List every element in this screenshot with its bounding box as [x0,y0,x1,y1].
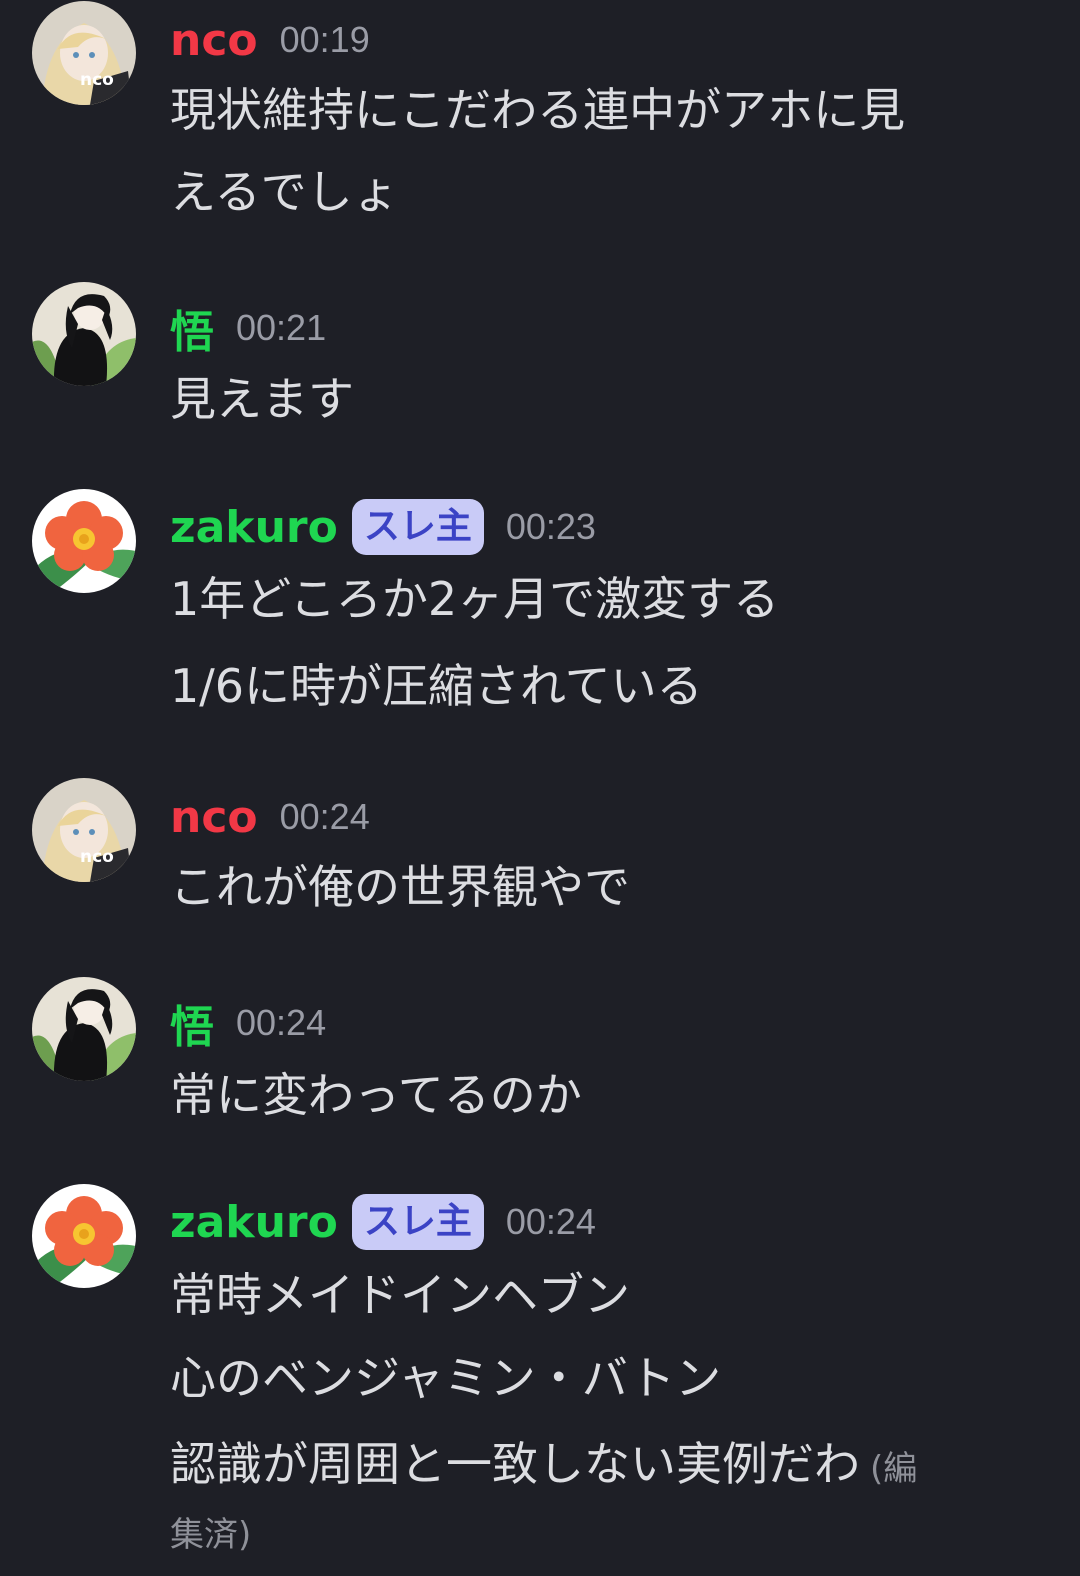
satoru-avatar[interactable] [32,977,136,1081]
avatar-image: nco [32,778,136,882]
timestamp: 00:24 [279,796,370,837]
message-header: nco 00:19 [170,10,370,70]
message-header: nco 00:24 [170,787,370,847]
message-text: 現状維持にこだわる連中がアホに見 [170,83,906,137]
edited-indicator: (編 [870,1449,918,1489]
author-name[interactable]: nco [170,792,258,843]
timestamp: 00:19 [279,19,370,60]
message-header: zakuro スレ主 00:24 [170,1192,596,1252]
message-text: 1/6に時が圧縮されている [170,659,703,713]
message-text: 常時メイドインヘブン [170,1268,630,1322]
avatar-caption: nco [80,847,114,867]
author-name[interactable]: zakuro [170,1197,338,1248]
avatar-image [32,282,136,386]
zakuro-avatar[interactable] [32,1184,136,1288]
avatar-image [32,1184,136,1288]
message-text-segment: 認識が周囲と一致しない実例だわ [170,1437,860,1491]
avatar-caption: nco [80,70,114,90]
message-header: zakuro スレ主 00:23 [170,497,596,557]
satoru-avatar[interactable] [32,282,136,386]
nco-avatar[interactable]: nco [32,1,136,105]
message-text: 心のベンジャミン・バトン [170,1351,722,1405]
author-name[interactable]: nco [170,15,258,66]
zakuro-avatar[interactable] [32,489,136,593]
avatar-image: nco [32,1,136,105]
author-name[interactable]: 悟 [170,296,214,360]
message-header: 悟 00:21 [170,298,326,358]
message-text: 見えます [170,372,354,426]
message-text: えるでしょ [170,165,399,219]
timestamp: 00:23 [505,506,596,547]
thread-owner-badge: スレ主 [351,499,484,555]
author-name[interactable]: zakuro [170,502,338,553]
nco-avatar[interactable]: nco [32,778,136,882]
author-name[interactable]: 悟 [170,991,214,1055]
thread-owner-badge: スレ主 [351,1194,484,1250]
avatar-image [32,977,136,1081]
avatar-image [32,489,136,593]
timestamp: 00:24 [505,1201,596,1242]
message-text: これが俺の世界観やで [170,860,630,914]
message-text: 常に変わってるのか [170,1068,582,1122]
message-header: 悟 00:24 [170,993,326,1053]
edited-indicator-continued: 集済) [170,1515,252,1555]
message-text: 1年どころか2ヶ月で激変する [170,572,780,626]
timestamp: 00:21 [236,307,327,348]
timestamp: 00:24 [236,1002,327,1043]
